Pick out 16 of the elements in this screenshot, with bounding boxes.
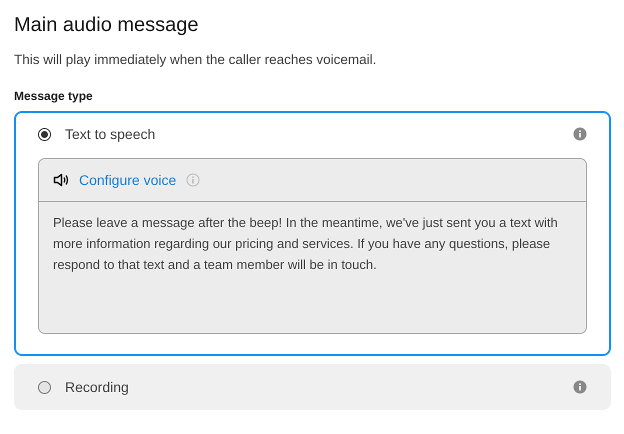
field-label: Message type [14, 89, 94, 103]
option-card[interactable]: Recording [14, 364, 611, 410]
info-icon [186, 173, 200, 187]
info-icon [573, 380, 587, 394]
configure-voice-link[interactable]: Configure voice [79, 172, 176, 188]
option-label: Recording [65, 379, 130, 395]
info-icon [573, 127, 587, 141]
option-card[interactable] [14, 111, 611, 356]
option-label: Text to speech [65, 126, 156, 142]
speaker-icon [53, 173, 69, 187]
radio-button[interactable] [38, 128, 51, 140]
description: This will play immediately when the caller reaches voicemail. [14, 52, 378, 67]
radio-button[interactable] [38, 380, 51, 394]
message-editor[interactable] [38, 158, 587, 334]
section-title: Main audio message [14, 13, 200, 38]
message-text[interactable]: Please leave a message after the beep! In the meantime, we've just sent you a text with more information regarding our pricing and services. If you have any questions, please respond to that text and a team member will be in touch. [39, 202, 586, 333]
